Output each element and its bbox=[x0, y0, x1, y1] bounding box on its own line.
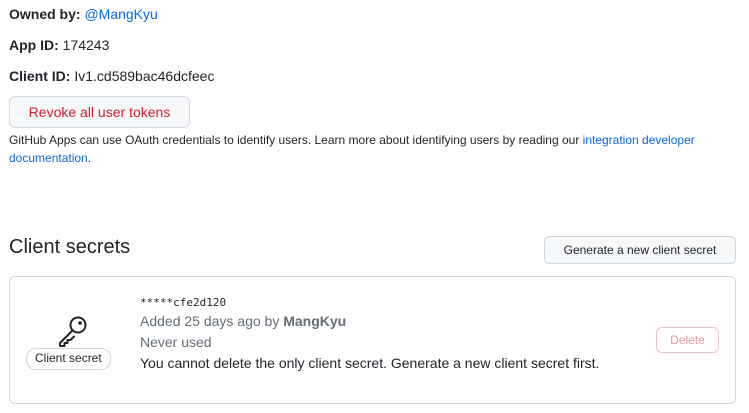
app-id-label: App ID: bbox=[9, 37, 59, 53]
client-id-row: Client ID: Iv1.cd589bac46dcfeec bbox=[9, 66, 214, 86]
client-secret-badge: Client secret bbox=[26, 348, 111, 370]
owned-by-row: Owned by: @MangKyu bbox=[9, 4, 158, 24]
generate-secret-button[interactable]: Generate a new client secret bbox=[544, 236, 736, 264]
oauth-note-suffix: . bbox=[87, 151, 92, 165]
key-icon bbox=[59, 316, 87, 347]
owned-by-label: Owned by: bbox=[9, 6, 81, 22]
secret-warning: You cannot delete the only client secret… bbox=[140, 355, 600, 371]
secret-added-text: Added 25 days ago by bbox=[140, 313, 284, 329]
secret-masked-value: *****cfe2d120 bbox=[140, 296, 227, 309]
client-secrets-title: Client secrets bbox=[9, 236, 131, 258]
app-id-row: App ID: 174243 bbox=[9, 35, 109, 55]
revoke-tokens-button[interactable]: Revoke all user tokens bbox=[9, 96, 190, 128]
secret-added-line: Added 25 days ago by MangKyu bbox=[140, 311, 599, 332]
app-id-value: 174243 bbox=[62, 37, 110, 53]
client-secret-card: Client secret *****cfe2d120 Added 25 day… bbox=[9, 276, 736, 404]
oauth-note-text: GitHub Apps can use OAuth credentials to… bbox=[9, 133, 583, 147]
owner-link[interactable]: @MangKyu bbox=[84, 6, 157, 22]
secret-details: *****cfe2d120 Added 25 days ago by MangK… bbox=[140, 295, 599, 374]
delete-secret-button[interactable]: Delete bbox=[656, 327, 719, 353]
secret-added-by: MangKyu bbox=[283, 313, 347, 329]
client-id-value: Iv1.cd589bac46dcfeec bbox=[74, 68, 215, 84]
oauth-note: GitHub Apps can use OAuth credentials to… bbox=[9, 131, 709, 167]
secret-usage: Never used bbox=[140, 334, 212, 350]
client-id-label: Client ID: bbox=[9, 68, 71, 84]
